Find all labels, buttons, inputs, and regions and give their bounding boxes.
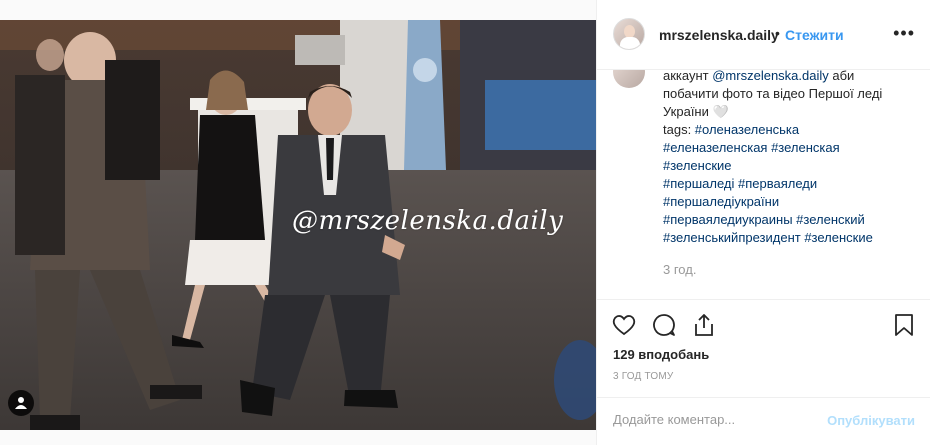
post-side-panel: mrszelenska.daily • Стежити ••• аккаунт … xyxy=(596,0,930,445)
comment-input[interactable] xyxy=(613,412,813,427)
watermark-text: @mrszelenska.daily xyxy=(292,206,564,236)
publish-button[interactable]: Опублікувати xyxy=(827,413,915,428)
mention-link[interactable]: @mrszelenska.daily xyxy=(712,70,829,83)
separator-dot: • xyxy=(775,25,780,41)
post-time[interactable]: 3 ГОД ТОМУ xyxy=(613,371,673,382)
hashtag-link[interactable]: #оленазеленська xyxy=(695,122,799,137)
user-icon xyxy=(15,397,27,409)
hashtag-line[interactable]: #зеленськийпрезидент #зеленские xyxy=(663,229,913,247)
caption-avatar[interactable] xyxy=(613,70,645,88)
caption-area: аккаунт @mrszelenska.daily аби побачити … xyxy=(597,70,930,298)
add-comment-section: Опублікувати xyxy=(597,397,930,445)
share-icon[interactable] xyxy=(691,312,717,338)
hashtag-line[interactable]: #першаледі #перваяледи xyxy=(663,175,913,193)
bookmark-icon[interactable] xyxy=(891,312,917,338)
avatar-body xyxy=(620,37,640,49)
action-bar xyxy=(597,299,930,348)
username-link[interactable]: mrszelenska.daily xyxy=(659,27,779,43)
heart-icon[interactable] xyxy=(611,312,637,338)
post-photo[interactable]: @mrszelenska.daily xyxy=(0,20,596,430)
tags-label: tags: xyxy=(663,122,695,137)
hashtag-line[interactable]: #перваяледиукраины #зеленский xyxy=(663,211,913,229)
comment-icon[interactable] xyxy=(651,312,677,338)
caption-prefix: аккаунт xyxy=(663,70,713,83)
follow-button[interactable]: Стежити xyxy=(785,27,844,43)
more-options-icon[interactable]: ••• xyxy=(893,23,915,44)
hashtag-line[interactable]: #зеленские xyxy=(663,157,913,175)
caption-suffix: аби xyxy=(828,70,855,83)
caption-timestamp[interactable]: 3 год. xyxy=(663,262,696,277)
instagram-post: @mrszelenska.daily mrszelenska.daily • С… xyxy=(0,0,930,445)
caption-line-3: України 🤍 xyxy=(663,104,729,119)
post-header: mrszelenska.daily • Стежити ••• xyxy=(597,0,930,70)
caption-line-1: аккаунт @mrszelenska.daily аби xyxy=(663,70,913,85)
avatar[interactable] xyxy=(613,18,645,50)
hashtag-line[interactable]: #першаледіукраїни xyxy=(663,193,913,211)
likes-count[interactable]: 129 вподобань xyxy=(613,347,709,362)
caption-line-2: побачити фото та відео Першої леді xyxy=(663,86,883,101)
tagged-users-button[interactable] xyxy=(8,390,34,416)
caption-text: аккаунт @mrszelenska.daily аби побачити … xyxy=(663,70,913,247)
caption-line-4: tags: #оленазеленська xyxy=(663,121,913,139)
hashtag-line[interactable]: #еленазеленская #зеленская xyxy=(663,139,913,157)
